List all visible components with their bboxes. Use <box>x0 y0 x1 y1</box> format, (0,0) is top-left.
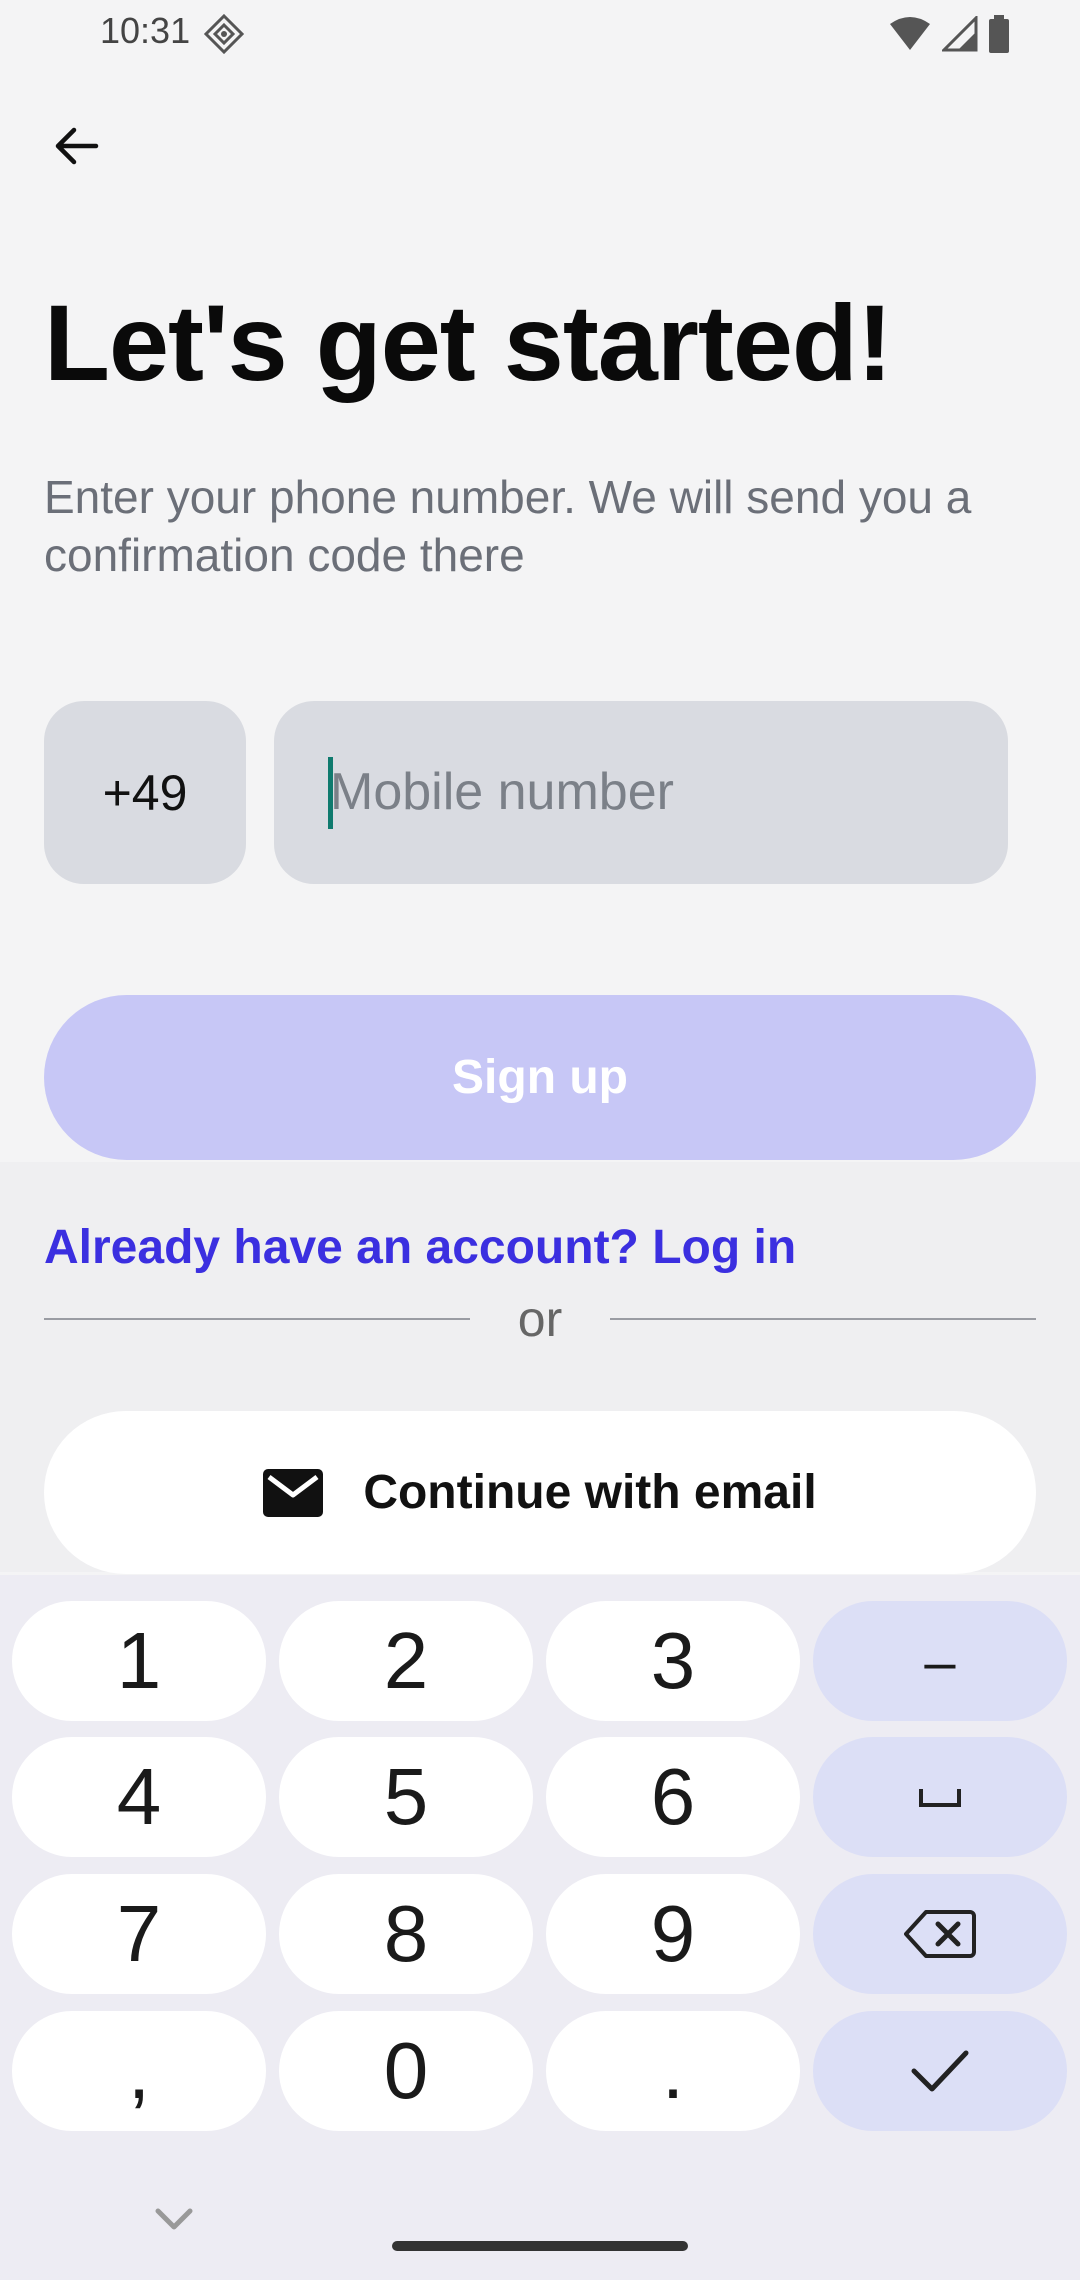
key-8-label: 8 <box>383 1889 429 1978</box>
wifi-icon <box>890 17 930 50</box>
key-period-label: . <box>661 2026 685 2115</box>
mobile-number-placeholder: Mobile number <box>330 763 674 821</box>
check-icon <box>911 2050 969 2092</box>
country-code-selector[interactable]: +49 <box>44 701 246 884</box>
or-label: or <box>517 1291 563 1347</box>
continue-with-email-button[interactable]: Continue with email <box>44 1411 1036 1574</box>
numeric-keyboard: 1 2 3 – 4 5 6 7 8 9 , 0 . <box>0 1575 1080 2280</box>
key-comma-label: , <box>127 2026 151 2115</box>
page-subtitle: Enter your phone number. We will send yo… <box>44 471 972 581</box>
key-dash[interactable]: – <box>813 1601 1067 1721</box>
key-5[interactable]: 5 <box>279 1737 533 1857</box>
mobile-number-input[interactable]: Mobile number <box>274 701 1008 884</box>
arrow-left-icon <box>55 127 99 165</box>
key-space[interactable] <box>813 1737 1067 1857</box>
signal-icon <box>942 16 978 52</box>
key-4[interactable]: 4 <box>12 1737 266 1857</box>
key-3[interactable]: 3 <box>546 1601 800 1721</box>
mail-icon <box>263 1468 324 1517</box>
key-0[interactable]: 0 <box>279 2011 533 2131</box>
space-icon <box>919 1789 961 1807</box>
key-comma[interactable]: , <box>12 2011 266 2131</box>
key-6[interactable]: 6 <box>546 1737 800 1857</box>
divider-left <box>44 1318 470 1320</box>
key-9-label: 9 <box>650 1889 696 1978</box>
home-indicator[interactable] <box>392 2241 688 2251</box>
status-time: 10:31 <box>100 10 191 51</box>
sign-up-label: Sign up <box>452 1051 628 1104</box>
key-1-label: 1 <box>116 1616 162 1705</box>
key-done[interactable] <box>813 2011 1067 2131</box>
sign-up-button[interactable]: Sign up <box>44 995 1036 1160</box>
key-1[interactable]: 1 <box>12 1601 266 1721</box>
key-3-label: 3 <box>650 1616 696 1705</box>
key-period[interactable]: . <box>546 2011 800 2131</box>
key-7-label: 7 <box>116 1889 162 1978</box>
key-6-label: 6 <box>650 1752 696 1841</box>
key-4-label: 4 <box>116 1752 162 1841</box>
notification-icon <box>203 13 245 55</box>
divider-right <box>610 1318 1036 1320</box>
key-0-label: 0 <box>383 2026 429 2115</box>
key-backspace[interactable] <box>813 1874 1067 1994</box>
login-link[interactable]: Already have an account? Log in <box>44 1220 796 1275</box>
battery-icon <box>989 15 1009 53</box>
country-code-label: +49 <box>102 764 188 821</box>
key-5-label: 5 <box>383 1752 429 1841</box>
chevron-down-icon[interactable] <box>152 2205 196 2235</box>
key-2[interactable]: 2 <box>279 1601 533 1721</box>
key-7[interactable]: 7 <box>12 1874 266 1994</box>
key-dash-label: – <box>924 1629 956 1693</box>
backspace-icon <box>904 1910 976 1958</box>
key-9[interactable]: 9 <box>546 1874 800 1994</box>
status-icons <box>888 14 1010 54</box>
key-8[interactable]: 8 <box>279 1874 533 1994</box>
continue-with-email-label: Continue with email <box>363 1466 817 1519</box>
back-button[interactable] <box>40 110 112 182</box>
page-title: Let's get started! <box>44 282 893 403</box>
key-2-label: 2 <box>383 1616 429 1705</box>
